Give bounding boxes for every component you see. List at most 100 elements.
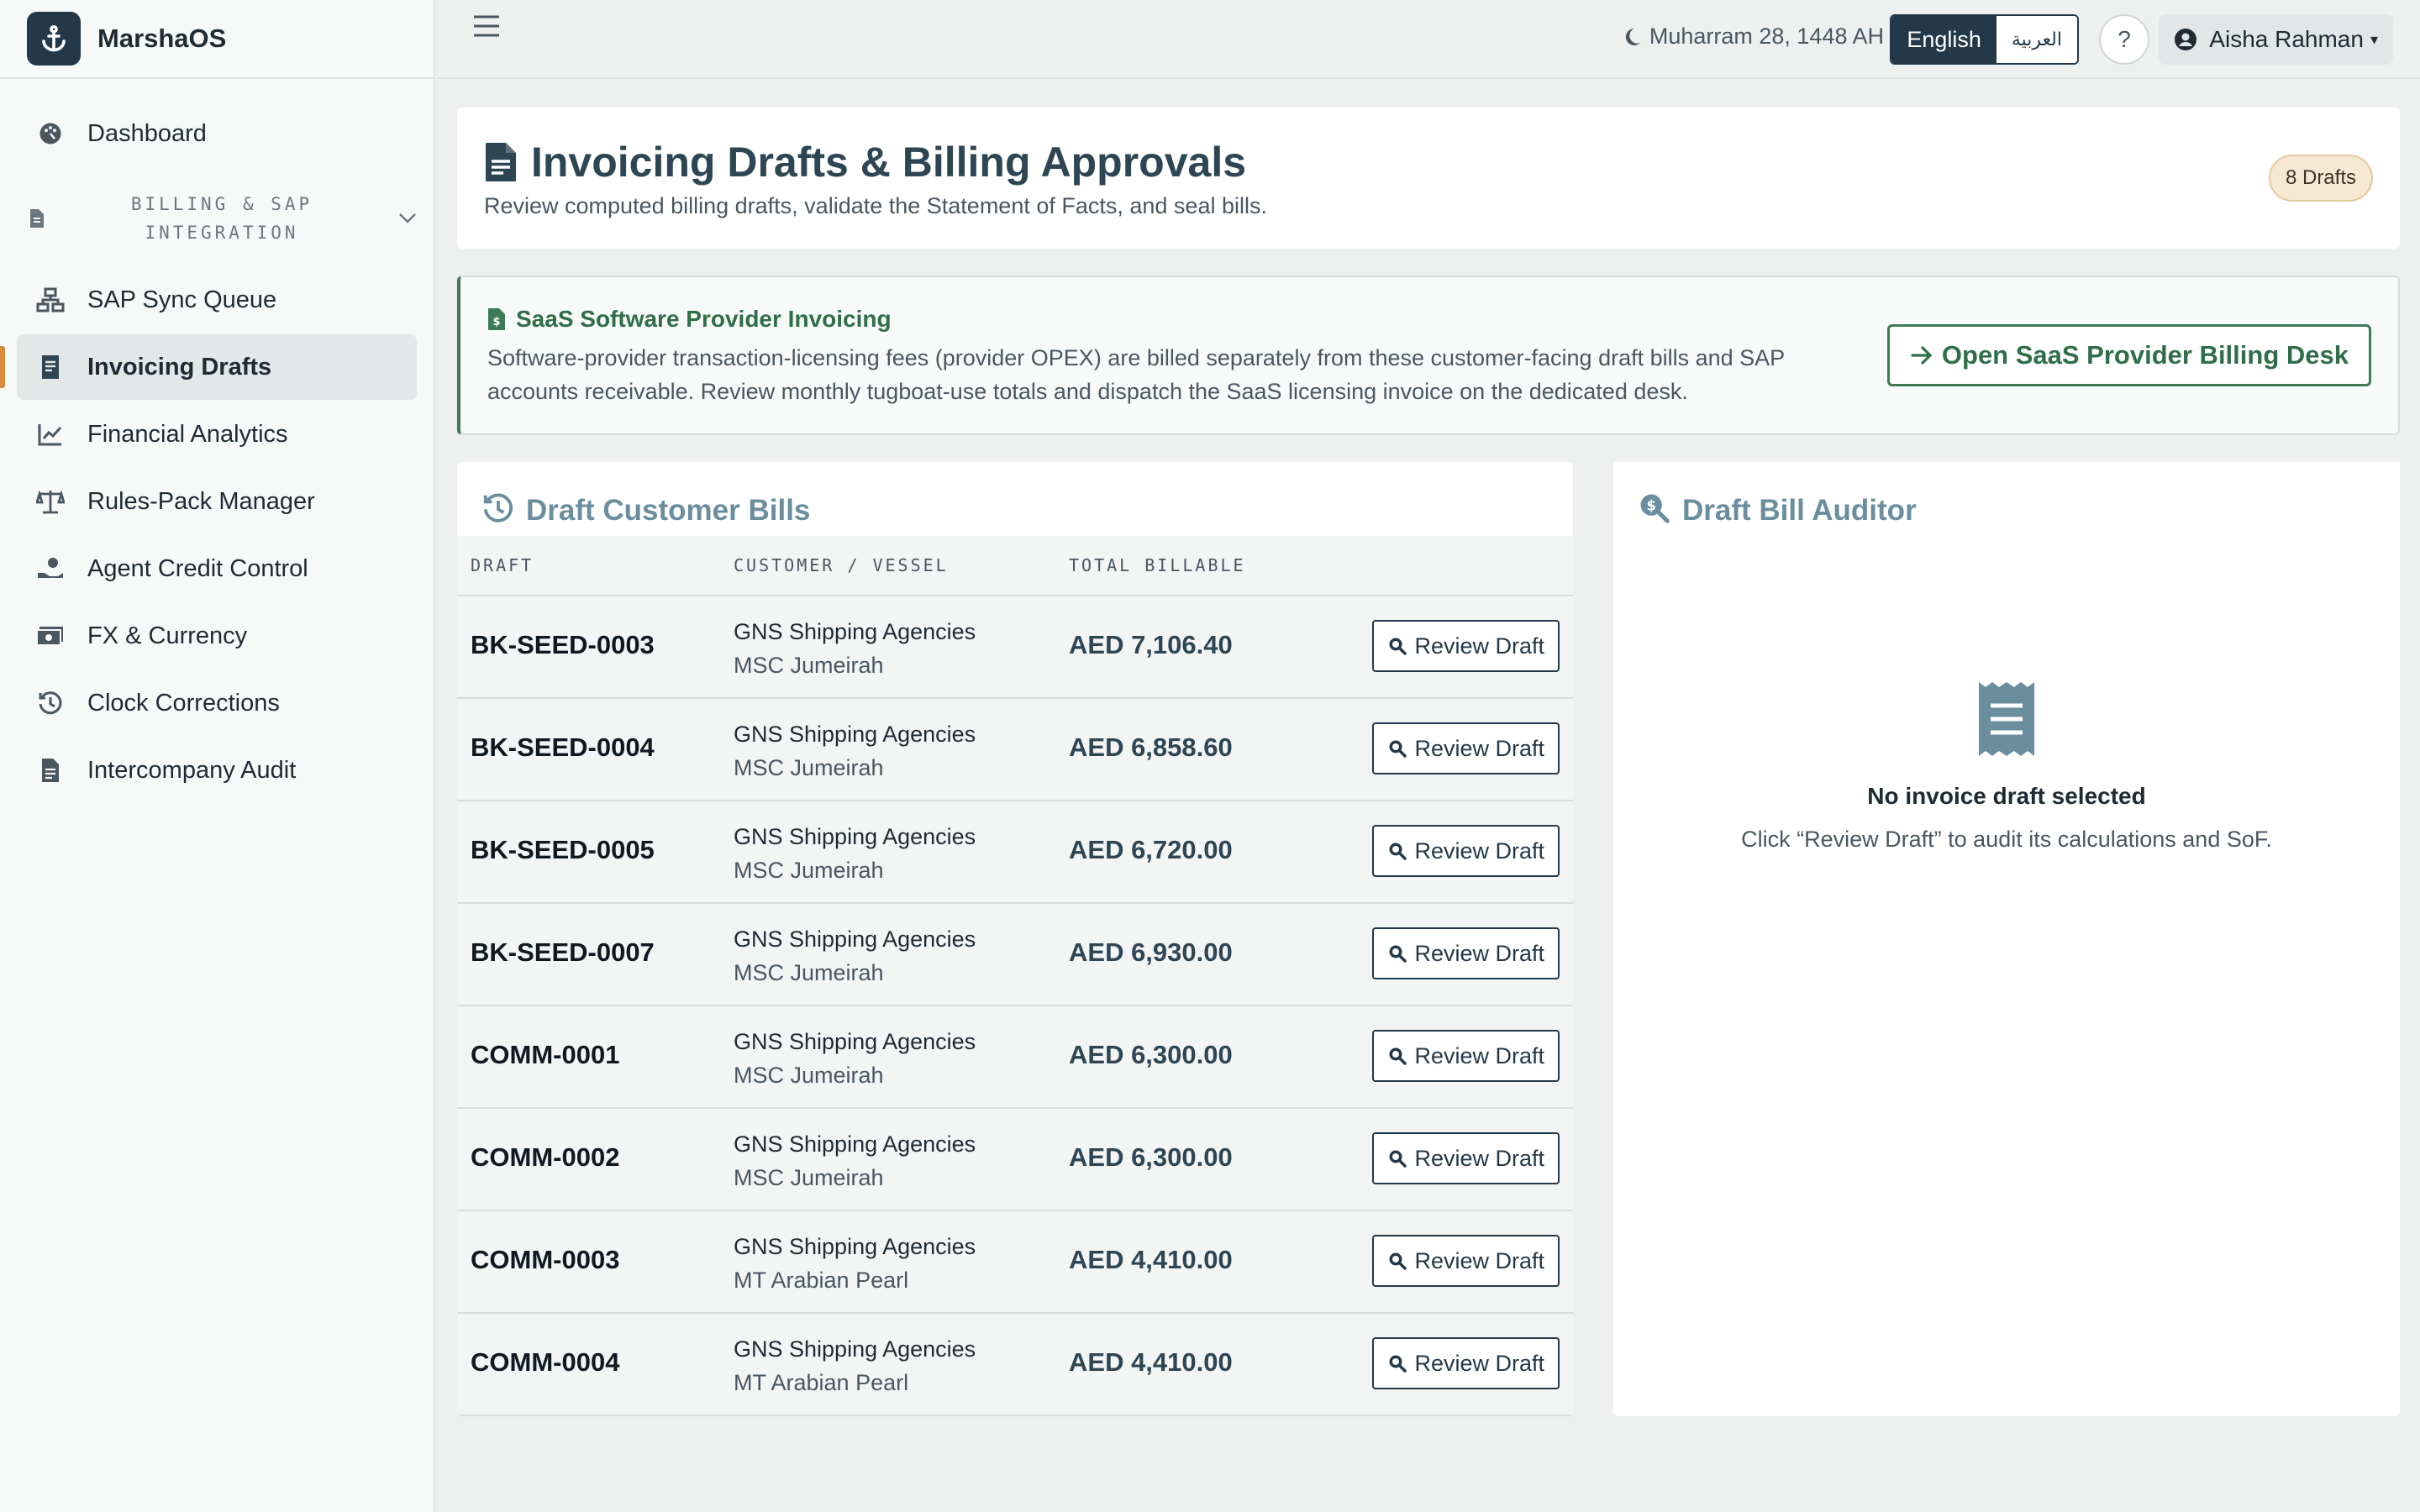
sidebar-group-label: BILLING & SAP INTEGRATION — [130, 194, 313, 243]
receipt-icon — [1613, 680, 2400, 758]
empty-state-title: No invoice draft selected — [1867, 783, 2146, 809]
lang-arabic-button[interactable]: العربية — [1996, 16, 2077, 63]
review-draft-button[interactable]: Review Draft — [1372, 1132, 1560, 1184]
review-draft-button[interactable]: Review Draft — [1372, 722, 1560, 774]
review-draft-label: Review Draft — [1414, 1042, 1544, 1068]
user-name: Aisha Rahman — [2209, 26, 2364, 52]
total-billable: AED 6,720.00 — [1069, 835, 1233, 864]
customer-name: GNS Shipping Agencies — [734, 1029, 976, 1054]
column-header-customer: CUSTOMER / VESSEL — [734, 555, 949, 575]
brand[interactable]: MarshaOS — [0, 0, 434, 79]
table-row: BK-SEED-0003 GNS Shipping Agencies MSC Ju… — [457, 596, 1573, 699]
review-draft-label: Review Draft — [1414, 633, 1544, 659]
saas-title: SaaS Software Provider Invoicing — [516, 306, 892, 332]
sidebar-item-label: Dashboard — [87, 119, 207, 147]
draft-bill-auditor-panel: $ Draft Bill Auditor No invoice draft se… — [1613, 462, 2400, 1416]
sidebar-item-label: Intercompany Audit — [87, 756, 297, 784]
auditor-panel-header: $ Draft Bill Auditor — [1613, 462, 2400, 536]
sidebar-group-billing[interactable]: BILLING & SAP INTEGRATION — [17, 175, 417, 262]
sidebar-item-invoicing-drafts[interactable]: Invoicing Drafts — [0, 334, 417, 400]
review-draft-label: Review Draft — [1414, 940, 1544, 966]
search-icon — [1387, 738, 1414, 759]
open-saas-billing-desk-button[interactable]: Open SaaS Provider Billing Desk — [1886, 324, 2371, 386]
total-billable: AED 6,930.00 — [1069, 937, 1233, 967]
total-billable: AED 6,858.60 — [1069, 732, 1233, 762]
search-icon — [1387, 1251, 1414, 1271]
saas-button-label: Open SaaS Provider Billing Desk — [1941, 340, 2349, 370]
page-subtitle: Review computed billing drafts, validate… — [484, 193, 1267, 218]
sidebar-item-rules-pack-manager[interactable]: Rules-Pack Manager — [17, 469, 417, 534]
saas-invoicing-notice: $ SaaS Software Provider Invoicing Softw… — [457, 276, 2400, 435]
sidebar: MarshaOS Dashboard BILLING & SAP INTEGRA… — [0, 0, 435, 1512]
money-icon — [35, 621, 66, 651]
total-billable: AED 6,300.00 — [1069, 1142, 1233, 1172]
sidebar-item-label: Invoicing Drafts — [87, 353, 272, 381]
review-draft-button[interactable]: Review Draft — [1372, 825, 1560, 877]
review-draft-label: Review Draft — [1414, 837, 1544, 864]
bills-panel-title: Draft Customer Bills — [526, 494, 811, 527]
line-chart-icon — [35, 419, 66, 449]
vessel-name: MSC Jumeirah — [734, 858, 884, 883]
draft-id: COMM-0004 — [471, 1347, 620, 1377]
vessel-name: MSC Jumeirah — [734, 960, 884, 985]
sidebar-item-fx-currency[interactable]: FX & Currency — [17, 603, 417, 669]
sidebar-item-financial-analytics[interactable]: Financial Analytics — [17, 402, 417, 467]
app-name: MarshaOS — [97, 24, 227, 53]
review-draft-button[interactable]: Review Draft — [1372, 1235, 1560, 1287]
file-invoice-icon — [35, 352, 66, 382]
arrow-right-icon — [1910, 345, 1942, 365]
review-draft-label: Review Draft — [1414, 735, 1544, 761]
scale-icon — [35, 486, 66, 517]
sidebar-nav: Dashboard BILLING & SAP INTEGRATION SAP … — [0, 79, 434, 803]
topbar: Muharram 28, 1448 AH English العربية ? A… — [437, 0, 2420, 79]
review-draft-button[interactable]: Review Draft — [1372, 927, 1560, 979]
customer-name: GNS Shipping Agencies — [734, 1336, 976, 1362]
caret-down-icon: ▾ — [2370, 30, 2378, 48]
sidebar-item-label: FX & Currency — [87, 622, 248, 649]
sidebar-item-dashboard[interactable]: Dashboard — [17, 101, 417, 166]
help-button[interactable]: ? — [2099, 14, 2149, 65]
sidebar-item-label: SAP Sync Queue — [87, 286, 277, 313]
sidebar-item-clock-corrections[interactable]: Clock Corrections — [17, 670, 417, 736]
file-icon — [29, 208, 45, 228]
vessel-name: MT Arabian Pearl — [734, 1370, 909, 1395]
table-row: BK-SEED-0005 GNS Shipping Agencies MSC Ju… — [457, 801, 1573, 904]
total-billable: AED 4,410.00 — [1069, 1347, 1233, 1377]
lang-english-button[interactable]: English — [1891, 16, 1996, 63]
review-draft-label: Review Draft — [1414, 1350, 1544, 1376]
sidebar-item-sap-sync-queue[interactable]: SAP Sync Queue — [17, 267, 417, 333]
sidebar-item-agent-credit-control[interactable]: Agent Credit Control — [17, 536, 417, 601]
page-title: Invoicing Drafts & Billing Approvals — [531, 139, 1247, 186]
total-billable: AED 4,410.00 — [1069, 1245, 1233, 1274]
table-row: COMM-0003 GNS Shipping Agencies MT Arabia… — [457, 1211, 1573, 1314]
sidebar-item-label: Agent Credit Control — [87, 554, 308, 582]
user-menu[interactable]: Aisha Rahman ▾ — [2159, 14, 2393, 65]
vessel-name: MSC Jumeirah — [734, 1165, 884, 1190]
total-billable: AED 7,106.40 — [1069, 630, 1233, 659]
sidebar-item-label: Rules-Pack Manager — [87, 487, 315, 515]
user-circle-icon — [2174, 28, 2197, 51]
hijri-date: Muharram 28, 1448 AH — [1623, 24, 1884, 50]
search-icon — [1387, 1046, 1414, 1066]
search-icon — [1387, 1353, 1414, 1373]
sidebar-item-intercompany-audit[interactable]: Intercompany Audit — [17, 738, 417, 803]
customer-name: GNS Shipping Agencies — [734, 824, 976, 849]
column-header-total: TOTAL BILLABLE — [1069, 555, 1246, 575]
customer-name: GNS Shipping Agencies — [734, 927, 976, 952]
empty-state-text: Click “Review Draft” to audit its calcul… — [1741, 827, 2272, 852]
sidebar-item-label: Clock Corrections — [87, 689, 280, 717]
review-draft-button[interactable]: Review Draft — [1372, 1030, 1560, 1082]
menu-icon[interactable] — [472, 13, 501, 39]
table-row: COMM-0002 GNS Shipping Agencies MSC Jumei… — [457, 1109, 1573, 1211]
draft-customer-bills-panel: Draft Customer Bills DRAFT CUSTOMER / VE… — [457, 462, 1573, 1416]
svg-text:$: $ — [1646, 498, 1655, 514]
vessel-name: MSC Jumeirah — [734, 755, 884, 780]
moon-icon — [1623, 27, 1649, 47]
hijri-date-text: Muharram 28, 1448 AH — [1649, 24, 1884, 49]
auditor-empty-state: No invoice draft selected Click “Review … — [1613, 680, 2400, 853]
vessel-name: MSC Jumeirah — [734, 1063, 884, 1088]
draft-id: COMM-0002 — [471, 1142, 620, 1172]
review-draft-button[interactable]: Review Draft — [1372, 1337, 1560, 1389]
svg-text:$: $ — [492, 316, 500, 328]
review-draft-button[interactable]: Review Draft — [1372, 620, 1560, 672]
